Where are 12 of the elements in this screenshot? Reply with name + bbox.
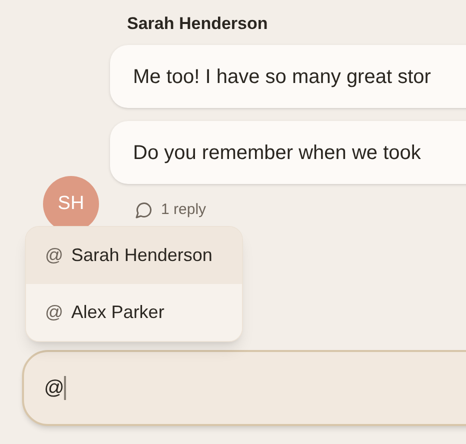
reply-count-link[interactable]: 1 reply (135, 198, 206, 222)
mention-name: Sarah Henderson (71, 244, 212, 267)
comment-icon (135, 201, 153, 219)
mention-name: Alex Parker (71, 301, 164, 324)
at-sign-icon: @ (45, 242, 64, 269)
message-bubble: Do you remember when we took (110, 121, 466, 184)
message-bubble: Me too! I have so many great stor (110, 45, 466, 108)
mention-option[interactable]: @ Alex Parker (26, 284, 242, 341)
message-input[interactable]: @ (22, 350, 466, 426)
sender-name: Sarah Henderson (127, 13, 268, 35)
at-sign-icon: @ (45, 299, 64, 326)
mention-option[interactable]: @ Sarah Henderson (26, 227, 242, 284)
